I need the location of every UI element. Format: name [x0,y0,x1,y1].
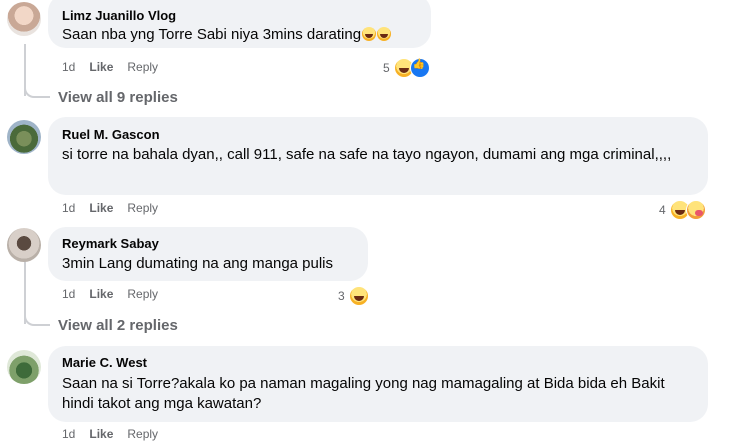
comment-timestamp[interactable]: 1d [62,287,75,301]
comment-author[interactable]: Limz Juanillo Vlog [62,8,176,23]
comment-actions: 1d Like Reply [62,287,172,301]
comment-author[interactable]: Marie C. West [62,355,147,370]
avatar[interactable] [7,228,41,262]
haha-icon [348,286,369,306]
comment-text: si torre na bahala dyan,, call 911, safe… [62,146,672,163]
reply-button[interactable]: Reply [127,60,158,74]
comment-actions: 1d Like Reply [62,60,172,74]
reaction-count: 4 [659,203,666,217]
comment-text: 3min Lang dumating na ang manga pulis [62,255,334,272]
avatar[interactable] [7,2,41,36]
reply-button[interactable]: Reply [127,287,158,301]
like-icon [409,58,430,78]
like-button[interactable]: Like [89,427,113,441]
avatar[interactable] [7,350,41,384]
view-replies-link[interactable]: View all 2 replies [58,317,178,334]
like-button[interactable]: Like [89,287,113,301]
comment-timestamp[interactable]: 1d [62,201,75,215]
care-icon [685,200,706,220]
comment-actions: 1d Like Reply [62,201,172,215]
comment-timestamp[interactable]: 1d [62,427,75,441]
comment-author[interactable]: Reymark Sabay [62,236,159,251]
reply-button[interactable]: Reply [127,201,158,215]
comment-author[interactable]: Ruel M. Gascon [62,127,160,142]
view-replies-link[interactable]: View all 9 replies [58,89,178,106]
reaction-count: 5 [383,61,390,75]
comment-timestamp[interactable]: 1d [62,60,75,74]
avatar[interactable] [7,120,41,154]
thread-connector [24,80,50,98]
reaction-summary[interactable]: 3 [338,286,369,306]
like-button[interactable]: Like [89,60,113,74]
comment-text: Saan na si Torre?akala ko pa naman magal… [62,375,665,412]
comment-actions: 1d Like Reply [62,427,172,441]
reply-button[interactable]: Reply [127,427,158,441]
like-button[interactable]: Like [89,201,113,215]
comment-text: Saan nba yng Torre Sabi niya 3mins darat… [62,25,427,45]
reaction-summary[interactable]: 4 [659,200,706,220]
haha-icon [377,27,392,41]
thread-connector [24,308,50,326]
haha-icon [362,27,377,41]
reaction-count: 3 [338,289,345,303]
reaction-summary[interactable]: 5 [383,58,430,78]
